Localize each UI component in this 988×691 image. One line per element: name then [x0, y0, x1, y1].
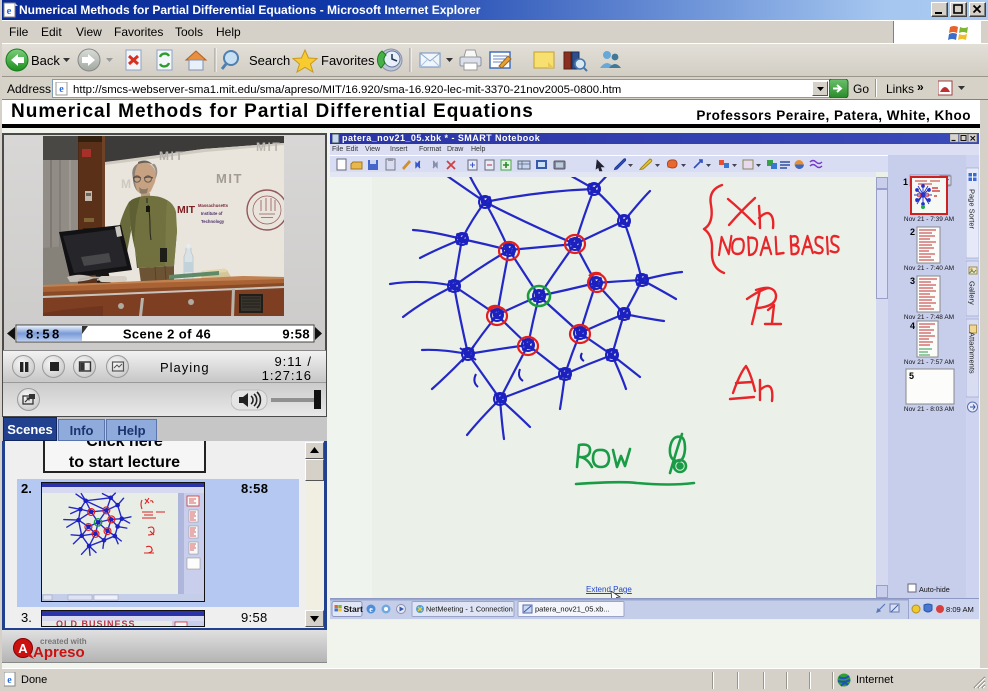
svg-text:Back: Back — [31, 53, 60, 68]
svg-text:4: 4 — [910, 321, 915, 331]
svg-text:Search: Search — [249, 53, 290, 68]
svg-text:e: e — [7, 675, 12, 686]
svg-text:Page Sorter: Page Sorter — [968, 189, 977, 230]
svg-text:M: M — [121, 177, 132, 191]
svg-text:Nov 21 - 7:40 AM: Nov 21 - 7:40 AM — [904, 265, 954, 272]
svg-text:Gallery: Gallery — [968, 281, 977, 305]
svg-text:Scene 2 of 46: Scene 2 of 46 — [123, 327, 211, 342]
svg-text:1: 1 — [903, 177, 908, 187]
svg-text:Nov 21 - 8:03 AM: Nov 21 - 8:03 AM — [904, 406, 954, 413]
svg-text:MIT: MIT — [256, 140, 281, 154]
svg-text:NetMeeting - 1 Connection: NetMeeting - 1 Connection — [426, 605, 513, 614]
svg-text:Start: Start — [344, 604, 364, 614]
svg-text:MIT: MIT — [159, 149, 184, 163]
svg-text:OLD BUSINESS: OLD BUSINESS — [56, 619, 136, 627]
svg-text:MIT: MIT — [177, 204, 196, 216]
svg-text:Go: Go — [853, 82, 869, 96]
svg-text:9:58: 9:58 — [282, 327, 310, 342]
svg-text:Favorites: Favorites — [321, 53, 375, 68]
svg-text:3: 3 — [910, 276, 915, 286]
svg-text:e: e — [369, 605, 373, 614]
svg-text:e: e — [7, 5, 12, 17]
svg-text:Auto-hide: Auto-hide — [919, 585, 950, 594]
svg-text:patera_nov21_05.xb...: patera_nov21_05.xb... — [535, 605, 610, 614]
svg-text:e: e — [59, 84, 64, 95]
svg-text:Massachusetts: Massachusetts — [198, 203, 229, 208]
svg-text:2: 2 — [910, 227, 915, 237]
svg-text:Nov 21 - 7:57 AM: Nov 21 - 7:57 AM — [904, 359, 954, 366]
svg-text:Nov 21 - 7:39 AM: Nov 21 - 7:39 AM — [904, 216, 954, 223]
svg-text:Institute of: Institute of — [201, 211, 223, 216]
svg-text:MIT: MIT — [216, 171, 243, 186]
svg-text:Attachments: Attachments — [968, 332, 977, 374]
svg-text:Nov 21 - 7:48 AM: Nov 21 - 7:48 AM — [904, 314, 954, 321]
svg-text:A: A — [18, 641, 28, 656]
svg-text:5: 5 — [909, 371, 914, 381]
svg-text:Apreso: Apreso — [33, 644, 85, 661]
svg-text:Technology: Technology — [201, 219, 225, 224]
svg-text:8:09 AM: 8:09 AM — [946, 605, 974, 614]
svg-text:8:58: 8:58 — [26, 327, 62, 342]
